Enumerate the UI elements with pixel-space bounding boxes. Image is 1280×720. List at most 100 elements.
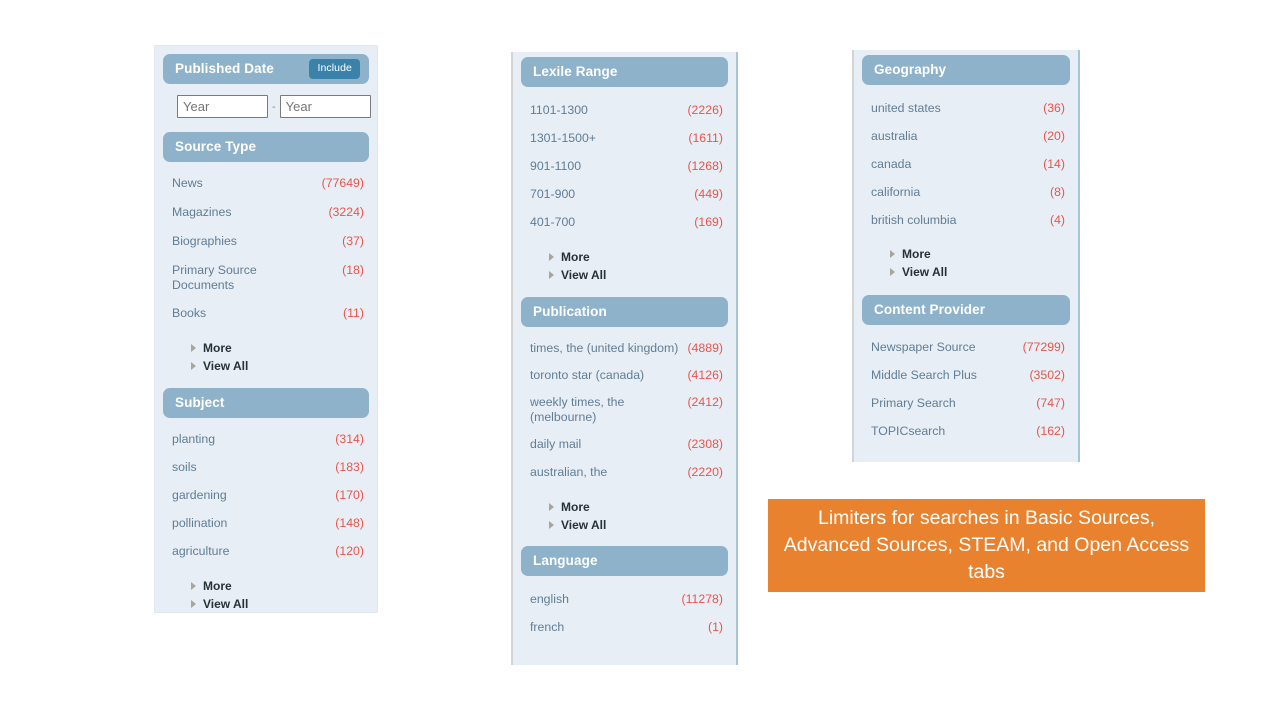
facet-item[interactable]: Primary Source Documents (18): [155, 263, 377, 306]
facet-panel-middle-inner: Lexile Range 1101-1300 (2226) 1301-1500+…: [513, 52, 736, 665]
facet-panel-left-inner: Published Date Include - Source Type New…: [155, 46, 377, 612]
facet-item[interactable]: united states (36): [854, 101, 1078, 129]
facet-item[interactable]: canada (14): [854, 157, 1078, 185]
facet-header-lexile-range[interactable]: Lexile Range: [521, 57, 728, 87]
facet-item-label: Newspaper Source: [871, 340, 976, 354]
facet-item[interactable]: Biographies (37): [155, 234, 377, 263]
facet-item[interactable]: australian, the (2220): [513, 465, 736, 480]
facet-item[interactable]: english (11278): [513, 592, 736, 620]
view-all-link[interactable]: View All: [191, 357, 377, 375]
facet-item[interactable]: gardening (170): [155, 488, 377, 516]
facet-item-count: (14): [1043, 157, 1065, 171]
facet-list-subject: planting (314) soils (183) gardening (17…: [155, 418, 377, 559]
facet-item[interactable]: 1101-1300 (2226): [513, 103, 736, 131]
facet-item[interactable]: toronto star (canada) (4126): [513, 368, 736, 395]
chevron-right-icon: [191, 344, 196, 352]
include-badge[interactable]: Include: [309, 59, 360, 79]
facet-header-publication[interactable]: Publication: [521, 297, 728, 327]
facet-item-label: Biographies: [172, 234, 237, 248]
facet-group-content-provider: Content Provider Newspaper Source (77299…: [854, 281, 1078, 439]
facet-item-label: 1101-1300: [530, 103, 588, 117]
facet-item-count: (169): [694, 215, 723, 229]
published-date-range-row: -: [155, 95, 377, 118]
facet-item[interactable]: Newspaper Source (77299): [854, 340, 1078, 368]
facet-group-published-date: Published Date Include -: [155, 46, 377, 118]
facet-item-count: (2220): [687, 465, 723, 479]
more-link[interactable]: More: [890, 245, 1078, 263]
facet-item[interactable]: french (1): [513, 620, 736, 635]
chevron-right-icon: [549, 521, 554, 529]
facet-header-subject[interactable]: Subject: [163, 388, 369, 418]
facet-list-source-type: News (77649) Magazines (3224) Biographie…: [155, 162, 377, 321]
facet-item[interactable]: australia (20): [854, 129, 1078, 157]
more-link[interactable]: More: [191, 339, 377, 357]
view-all-link[interactable]: View All: [549, 266, 736, 284]
facet-item[interactable]: 1301-1500+ (1611): [513, 131, 736, 159]
facet-item-count: (18): [342, 263, 364, 277]
chevron-right-icon: [549, 271, 554, 279]
facet-item-label: toronto star (canada): [530, 368, 645, 382]
more-link-label: More: [902, 247, 931, 261]
facet-item[interactable]: pollination (148): [155, 516, 377, 544]
facet-header-label: Source Type: [175, 139, 257, 154]
facet-item-count: (4): [1049, 213, 1065, 227]
facet-item[interactable]: planting (314): [155, 432, 377, 460]
facet-item[interactable]: TOPICsearch (162): [854, 424, 1078, 439]
facet-item[interactable]: Primary Search (747): [854, 396, 1078, 424]
facet-item-label: british columbia: [871, 213, 957, 227]
facet-expanders-subject: More View All: [155, 559, 377, 613]
facet-item[interactable]: agriculture (120): [155, 544, 377, 559]
facet-header-published-date[interactable]: Published Date Include: [163, 54, 369, 84]
facet-panel-left: Published Date Include - Source Type New…: [154, 45, 378, 613]
facet-item-count: (1): [707, 620, 723, 634]
facet-list-language: english (11278) french (1): [513, 576, 736, 635]
facet-item-label: 401-700: [530, 215, 576, 229]
facet-item[interactable]: 401-700 (169): [513, 215, 736, 230]
view-all-link[interactable]: View All: [191, 595, 377, 613]
chevron-right-icon: [191, 600, 196, 608]
facet-item[interactable]: soils (183): [155, 460, 377, 488]
facet-header-language[interactable]: Language: [521, 546, 728, 576]
facet-item[interactable]: times, the (united kingdom) (4889): [513, 341, 736, 368]
year-to-input[interactable]: [279, 95, 371, 118]
facet-item[interactable]: News (77649): [155, 176, 377, 205]
facet-item-label: TOPICsearch: [871, 424, 946, 438]
facet-header-geography[interactable]: Geography: [862, 55, 1070, 85]
year-from-input[interactable]: [177, 95, 268, 118]
facet-expanders-lexile-range: More View All: [513, 230, 736, 284]
facet-item[interactable]: california (8): [854, 185, 1078, 213]
view-all-link[interactable]: View All: [549, 516, 736, 534]
facet-item-label: daily mail: [530, 437, 582, 451]
facet-item-label: Middle Search Plus: [871, 368, 977, 382]
facet-item-label: planting: [172, 432, 216, 446]
facet-item[interactable]: daily mail (2308): [513, 437, 736, 465]
more-link[interactable]: More: [549, 498, 736, 516]
more-link-label: More: [203, 341, 232, 355]
facet-item[interactable]: 901-1100 (1268): [513, 159, 736, 187]
facet-item-label: times, the (united kingdom): [530, 341, 679, 355]
facet-item[interactable]: british columbia (4): [854, 213, 1078, 228]
facet-expanders-source-type: More View All: [155, 321, 377, 375]
facet-panel-middle: Lexile Range 1101-1300 (2226) 1301-1500+…: [511, 52, 738, 665]
view-all-link[interactable]: View All: [890, 263, 1078, 281]
facet-item-label: agriculture: [172, 544, 230, 558]
facet-item-count: (11278): [681, 592, 723, 606]
facet-header-content-provider[interactable]: Content Provider: [862, 295, 1070, 325]
facet-item[interactable]: Books (11): [155, 306, 377, 321]
more-link[interactable]: More: [191, 577, 377, 595]
facet-item[interactable]: Middle Search Plus (3502): [854, 368, 1078, 396]
facet-item-label: canada: [871, 157, 912, 171]
chevron-right-icon: [191, 582, 196, 590]
chevron-right-icon: [549, 503, 554, 511]
facet-item-count: (120): [335, 544, 364, 558]
facet-item-count: (4889): [687, 341, 723, 355]
facet-item-count: (77649): [321, 176, 364, 190]
facet-header-source-type[interactable]: Source Type: [163, 132, 369, 162]
facet-item[interactable]: weekly times, the (melbourne) (2412): [513, 395, 736, 437]
facet-item[interactable]: 701-900 (449): [513, 187, 736, 215]
facet-header-label: Content Provider: [874, 302, 986, 317]
chevron-right-icon: [549, 253, 554, 261]
slide-canvas: Published Date Include - Source Type New…: [0, 0, 1280, 720]
more-link[interactable]: More: [549, 248, 736, 266]
facet-item[interactable]: Magazines (3224): [155, 205, 377, 234]
